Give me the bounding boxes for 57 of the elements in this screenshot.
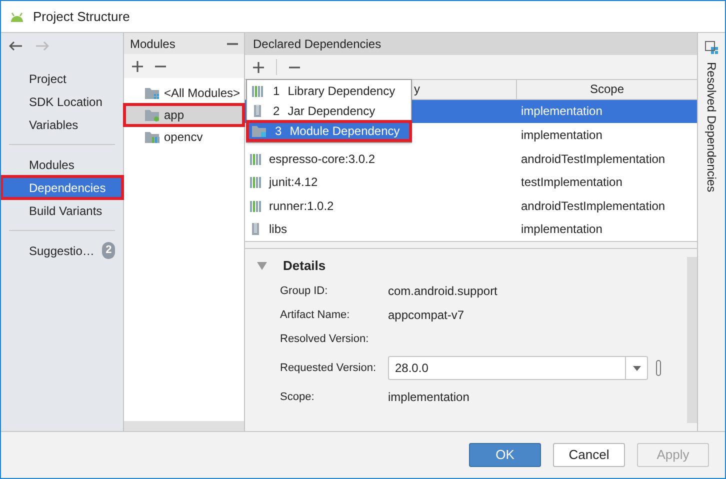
sidebar-item[interactable]: Dependencies [1, 176, 123, 199]
sidebar-item[interactable]: Build Variants [1, 199, 123, 222]
scope-cell[interactable]: implementation [517, 100, 697, 124]
scope-cell[interactable]: implementation [517, 123, 697, 147]
side-tab[interactable]: Resolved Dependencies [702, 62, 720, 192]
folder-icon [251, 124, 267, 138]
sidebar-item[interactable]: Variables [1, 113, 123, 136]
dependency-cell[interactable]: junit:4.12 [245, 170, 517, 194]
panel-title: Modules [130, 36, 176, 52]
library-icon [249, 198, 263, 213]
scope-cell[interactable]: implementation [517, 217, 697, 242]
dependency-cell[interactable]: espresso-core:3.0.2 [245, 146, 517, 170]
dependency-cell[interactable]: libs [245, 217, 517, 242]
dialog-button[interactable]: OK [469, 443, 541, 467]
field-label: Requested Version: [280, 360, 378, 376]
menu-item[interactable]: 1 Library Dependency [247, 81, 411, 101]
count-badge: 2 [102, 242, 115, 259]
field-label: Group ID: [280, 284, 329, 299]
folder-icon [144, 86, 160, 100]
module-item[interactable]: opencv [124, 126, 244, 148]
dependency-cell[interactable]: runner:1.0.2 [245, 194, 517, 218]
dropdown-arrow-icon [632, 366, 640, 370]
android-icon [9, 10, 25, 22]
section-title: Details [283, 257, 326, 276]
dependencies-icon[interactable] [705, 41, 718, 54]
handle-icon[interactable] [656, 360, 661, 376]
back-arrow-icon[interactable] [9, 41, 23, 51]
scope-cell[interactable]: androidTestImplementation [517, 146, 697, 170]
field-value: appcompat-v7 [388, 307, 464, 324]
library-icon [249, 175, 263, 190]
add-icon[interactable] [253, 62, 264, 72]
column-header[interactable]: Scope [517, 80, 697, 99]
field-label: Artifact Name: [280, 308, 351, 323]
sidebar-item[interactable]: SDK Location [1, 90, 123, 113]
version-combo-box[interactable]: 28.0.0 [388, 356, 648, 380]
scope-cell[interactable]: testImplementation [517, 170, 697, 194]
field-label: Resolved Version: [280, 332, 370, 347]
library-icon [249, 152, 263, 166]
library-folder-icon [144, 130, 160, 144]
module-item[interactable]: <All Modules> [124, 82, 244, 104]
menu-item[interactable]: 3 Module Dependency [247, 121, 411, 141]
field-label: Scope: [280, 390, 316, 405]
add-icon[interactable] [132, 60, 143, 72]
folder-icon [144, 108, 160, 122]
field-value: com.android.support [388, 283, 498, 300]
minimize-icon[interactable] [227, 42, 238, 44]
dialog-button[interactable]: Cancel [553, 443, 625, 467]
library-icon [251, 84, 265, 98]
module-item[interactable]: app [124, 104, 244, 126]
collapse-triangle-icon[interactable] [257, 262, 267, 270]
sidebar-item[interactable]: Modules [1, 153, 123, 176]
sidebar-item[interactable]: Project [1, 67, 123, 90]
panel-title: Declared Dependencies [253, 36, 382, 53]
field-value: implementation [388, 389, 470, 406]
window-title: Project Structure [33, 8, 130, 26]
sidebar-item[interactable]: Suggestio… 2 [1, 239, 123, 262]
scope-cell[interactable]: androidTestImplementation [517, 194, 697, 218]
